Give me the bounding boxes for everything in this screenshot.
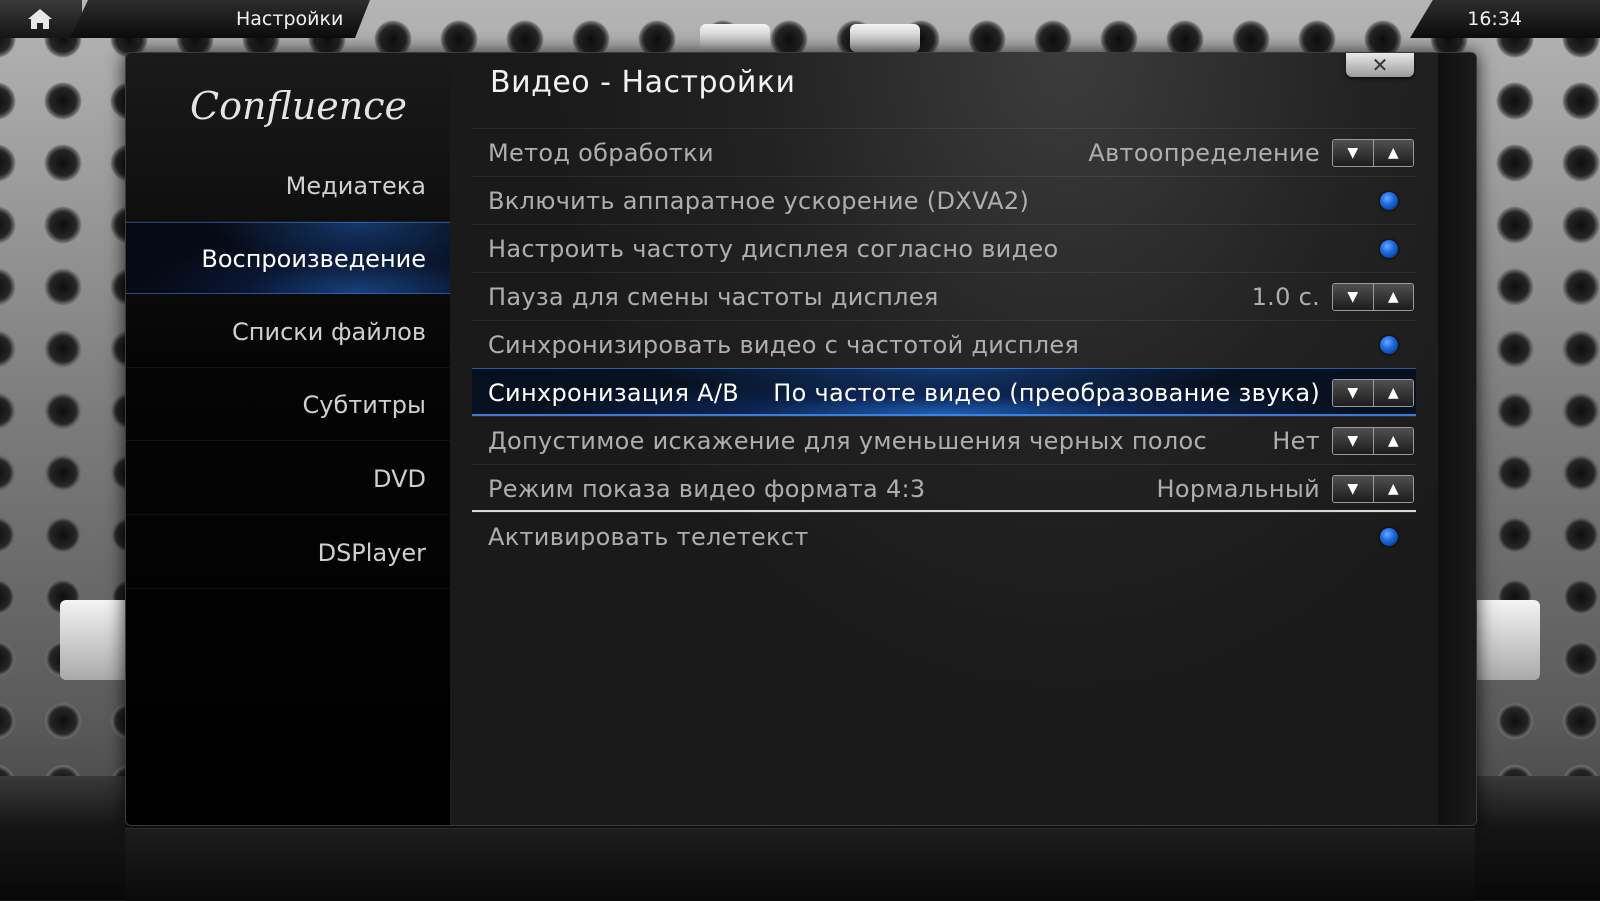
content-edge <box>1438 53 1476 825</box>
spinner-down-button[interactable]: ▼ <box>1333 428 1373 454</box>
gear-decoration <box>60 600 130 680</box>
setting-row-render-method[interactable]: Метод обработки Автоопределение ▼ ▲ <box>472 128 1416 176</box>
setting-row-teletext[interactable]: Активировать телетекст <box>472 512 1416 560</box>
sidebar-item-file-lists[interactable]: Списки файлов <box>126 296 450 368</box>
top-bar: Настройки 16:34 <box>0 0 1600 38</box>
setting-row-av-sync[interactable]: Синхронизация A/B По частоте видео (прео… <box>472 368 1416 416</box>
sidebar-item-subtitles[interactable]: Субтитры <box>126 369 450 441</box>
spinner-down-button[interactable]: ▼ <box>1333 140 1373 166</box>
sidebar-item-label: Медиатека <box>285 172 426 200</box>
spinner-up-button[interactable]: ▲ <box>1372 380 1413 406</box>
setting-label: Включить аппаратное ускорение (DXVA2) <box>488 187 1030 215</box>
value-spinner: ▼ ▲ <box>1332 427 1414 455</box>
page-title: Настройки <box>236 8 344 30</box>
gear-decoration <box>1470 600 1540 680</box>
value-spinner: ▼ ▲ <box>1332 283 1414 311</box>
value-spinner: ▼ ▲ <box>1332 379 1414 407</box>
setting-label: Метод обработки <box>488 139 714 167</box>
spinner-down-button[interactable]: ▼ <box>1333 476 1373 502</box>
close-icon: ✕ <box>1371 53 1389 77</box>
sidebar-item-label: DSPlayer <box>317 539 426 567</box>
setting-label: Пауза для смены частоты дисплея <box>488 283 939 311</box>
settings-dialog: Confluence Медиатека Воспроизведение Спи… <box>125 52 1477 826</box>
radio-toggle[interactable] <box>1380 240 1398 258</box>
sidebar-item-library[interactable]: Медиатека <box>126 150 450 222</box>
setting-label: Допустимое искажение для уменьшения черн… <box>488 427 1207 455</box>
sidebar-item-dvd[interactable]: DVD <box>126 443 450 515</box>
setting-value: Автоопределение <box>1088 139 1320 167</box>
setting-label: Синхронизировать видео с частотой диспле… <box>488 331 1080 359</box>
home-icon <box>28 9 52 29</box>
radio-toggle[interactable] <box>1380 528 1398 546</box>
sidebar-item-label: Списки файлов <box>232 318 426 346</box>
setting-label: Настроить частоту дисплея согласно видео <box>488 235 1059 263</box>
value-spinner: ▼ ▲ <box>1332 475 1414 503</box>
confluence-logo: Confluence <box>190 84 406 128</box>
setting-value: По частоте видео (преобразование звука) <box>773 379 1320 407</box>
settings-list: Метод обработки Автоопределение ▼ ▲ Вклю… <box>472 128 1416 560</box>
spinner-up-button[interactable]: ▲ <box>1372 140 1413 166</box>
setting-row-black-bars[interactable]: Допустимое искажение для уменьшения черн… <box>472 416 1416 464</box>
setting-label: Режим показа видео формата 4:3 <box>488 475 926 503</box>
sidebar-item-label: Воспроизведение <box>201 245 426 273</box>
setting-value: 1.0 с. <box>1251 283 1320 311</box>
clock: 16:34 <box>1467 8 1522 30</box>
radio-toggle[interactable] <box>1380 192 1398 210</box>
close-button[interactable]: ✕ <box>1346 53 1414 77</box>
sidebar: Confluence Медиатека Воспроизведение Спи… <box>126 53 450 825</box>
bottom-panel <box>125 828 1475 901</box>
spinner-down-button[interactable]: ▼ <box>1333 380 1373 406</box>
setting-value: Нормальный <box>1156 475 1320 503</box>
setting-row-4x3-mode[interactable]: Режим показа видео формата 4:3 Нормальны… <box>472 464 1416 512</box>
spinner-down-button[interactable]: ▼ <box>1333 284 1373 310</box>
sidebar-item-playback[interactable]: Воспроизведение <box>126 222 450 294</box>
spinner-up-button[interactable]: ▲ <box>1372 476 1413 502</box>
settings-content: Видео - Настройки ✕ Метод обработки Авто… <box>450 53 1476 825</box>
sidebar-item-label: Субтитры <box>302 391 426 419</box>
sidebar-item-label: DVD <box>373 465 426 493</box>
setting-row-adjust-refresh[interactable]: Настроить частоту дисплея согласно видео <box>472 224 1416 272</box>
setting-label: Активировать телетекст <box>488 523 809 551</box>
setting-row-sync-display[interactable]: Синхронизировать видео с частотой диспле… <box>472 320 1416 368</box>
setting-value: Нет <box>1272 427 1320 455</box>
svg-text:Confluence: Confluence <box>190 84 406 128</box>
dialog-header: Видео - Настройки <box>490 65 796 100</box>
setting-label: Синхронизация A/B <box>488 379 739 407</box>
spinner-up-button[interactable]: ▲ <box>1372 428 1413 454</box>
radio-toggle[interactable] <box>1380 336 1398 354</box>
value-spinner: ▼ ▲ <box>1332 139 1414 167</box>
home-button[interactable] <box>0 0 82 38</box>
spinner-up-button[interactable]: ▲ <box>1372 284 1413 310</box>
sidebar-item-dsplayer[interactable]: DSPlayer <box>126 517 450 589</box>
setting-row-refresh-pause[interactable]: Пауза для смены частоты дисплея 1.0 с. ▼… <box>472 272 1416 320</box>
setting-row-dxva2[interactable]: Включить аппаратное ускорение (DXVA2) <box>472 176 1416 224</box>
